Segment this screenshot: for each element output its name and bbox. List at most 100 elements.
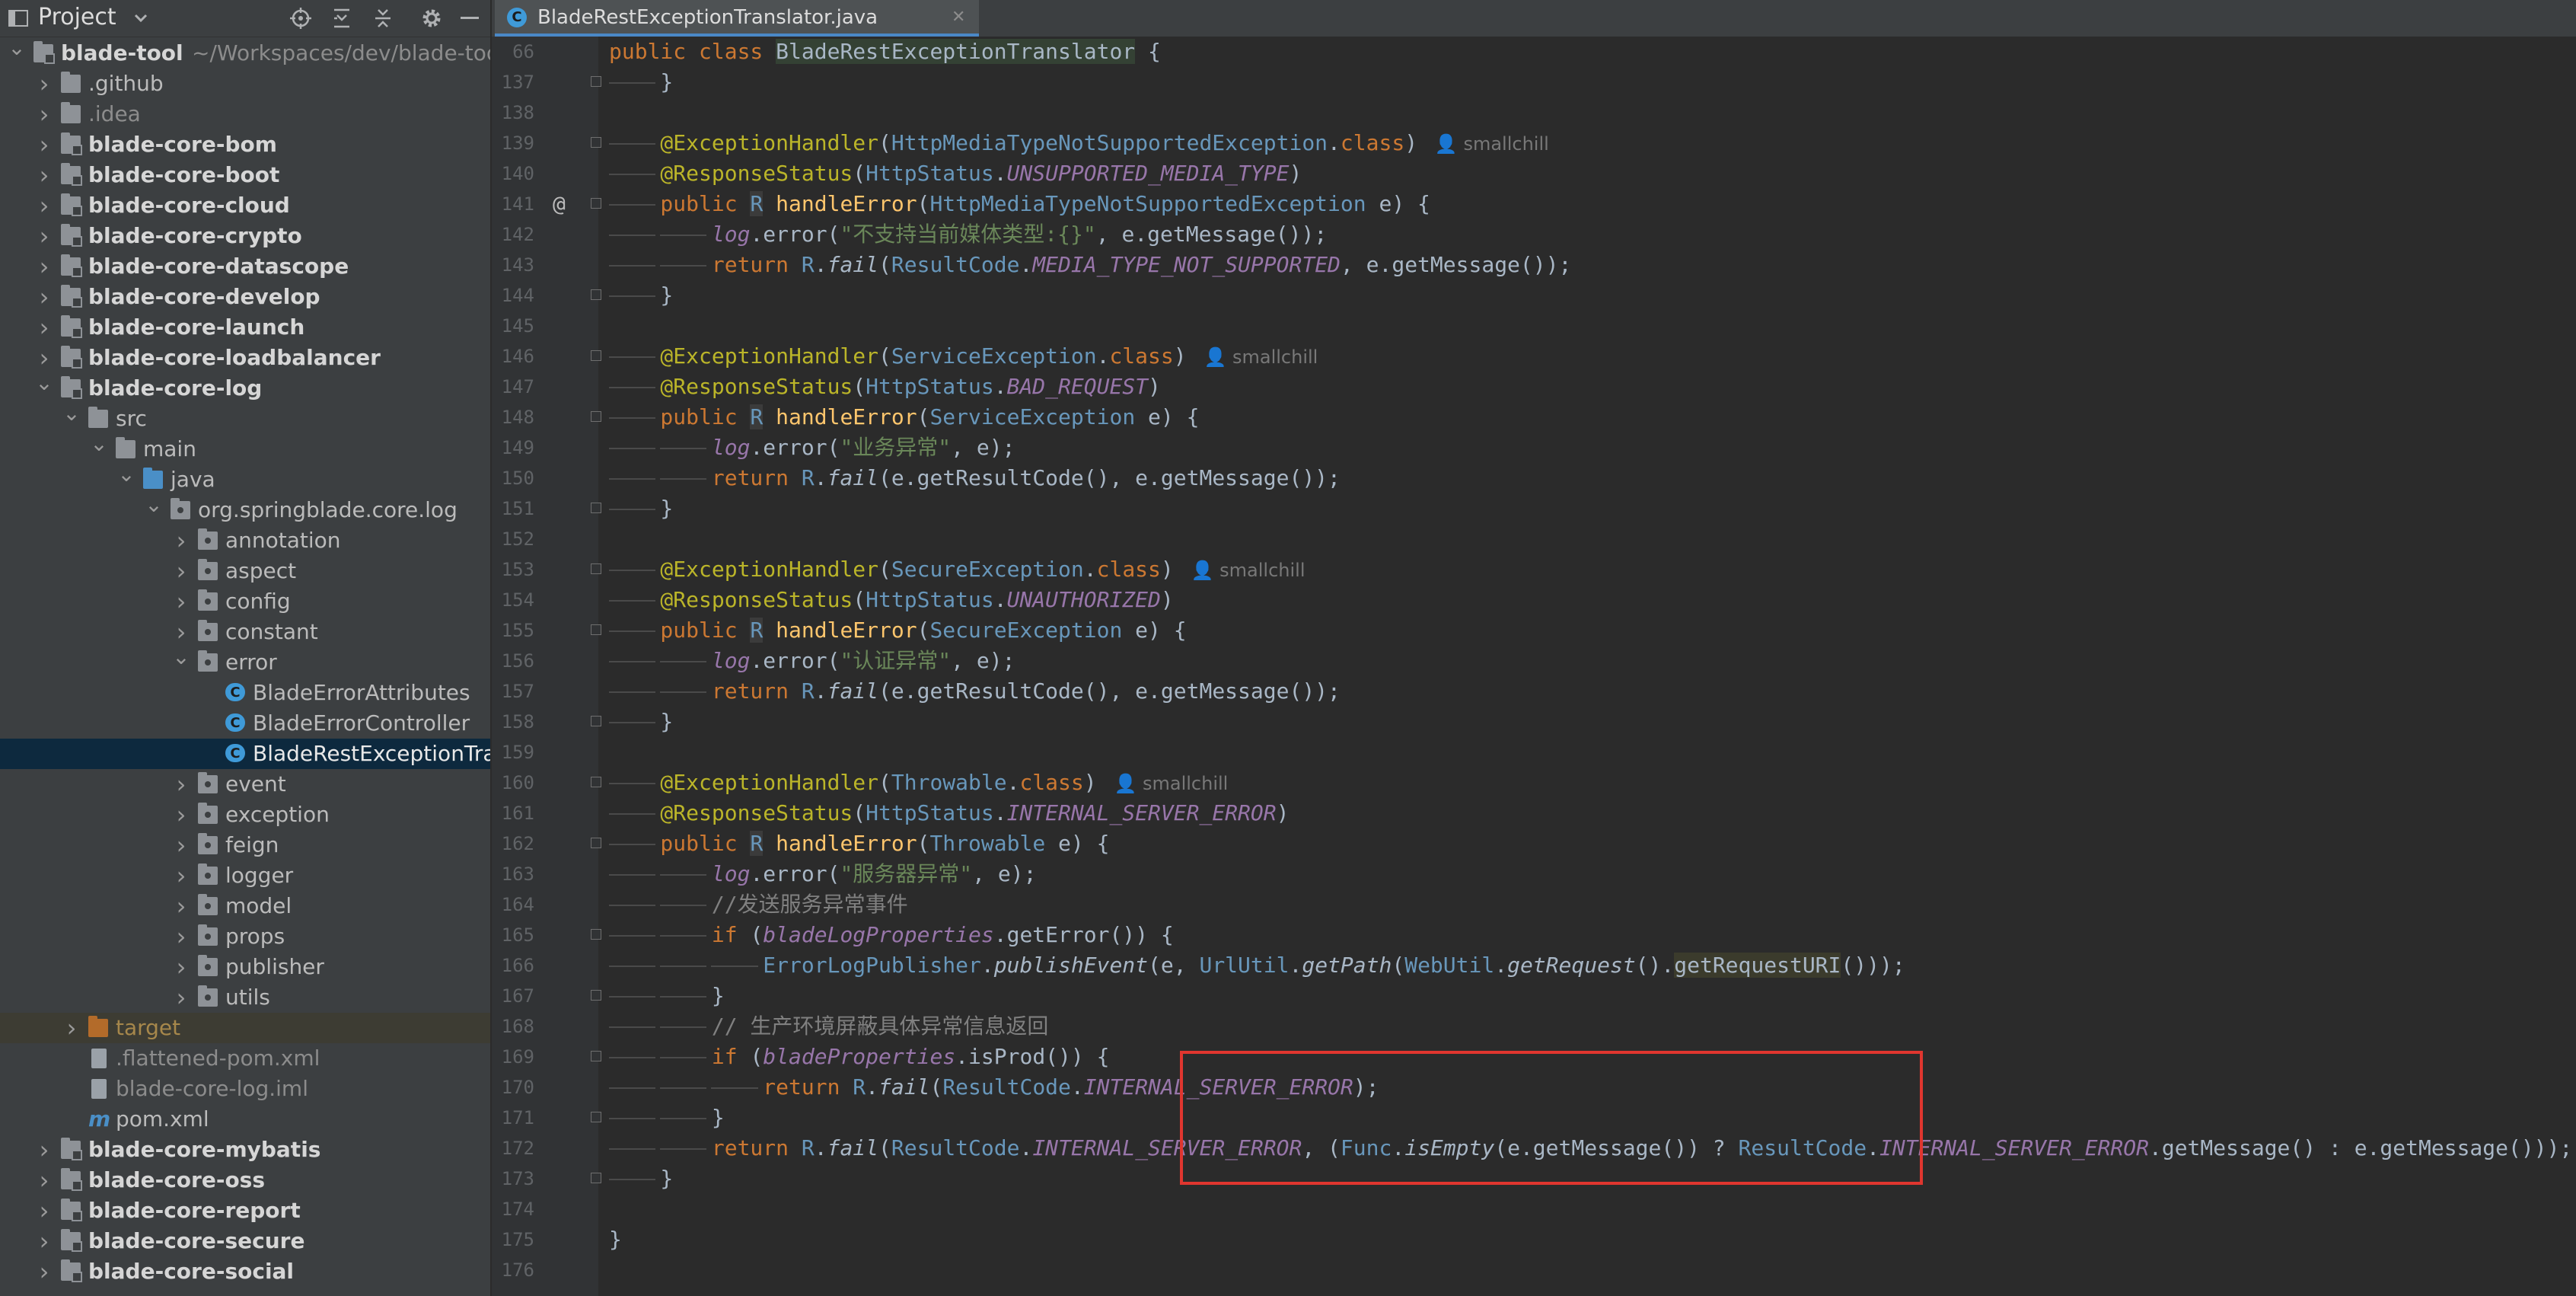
chevron-right-icon[interactable]: › xyxy=(172,891,190,921)
tree-item[interactable]: › .github xyxy=(0,69,490,99)
chevron-down-icon[interactable]: ⌄ xyxy=(172,647,190,678)
tree-item[interactable]: › blade-core-datascope xyxy=(0,251,490,282)
code-line[interactable]: @ExceptionHandler(Throwable.class) 👤 sma… xyxy=(609,768,1228,798)
tree-item[interactable]: C BladeRestExceptionTrar xyxy=(0,739,490,769)
code-line[interactable]: } xyxy=(609,1224,622,1255)
fold-marker-icon[interactable] xyxy=(591,289,603,302)
code-line[interactable]: } xyxy=(609,493,673,524)
tree-item[interactable]: › logger xyxy=(0,860,490,891)
tree-item[interactable]: › blade-core-oss xyxy=(0,1165,490,1195)
chevron-right-icon[interactable]: › xyxy=(172,830,190,860)
code-line[interactable]: log.error("业务异常", e); xyxy=(609,433,1015,463)
code-editor[interactable]: 66 137 138 139 140 141 @142 143 144 145 146 147 148 1… xyxy=(492,37,2576,1296)
chevron-right-icon[interactable]: › xyxy=(35,282,53,312)
fold-marker-icon[interactable] xyxy=(591,137,603,149)
chevron-right-icon[interactable]: › xyxy=(172,921,190,952)
fold-marker-icon[interactable] xyxy=(591,76,603,88)
code-line[interactable]: if (bladeProperties.isProd()) { xyxy=(609,1042,1109,1072)
tree-item[interactable]: ⌄ org.springblade.core.log xyxy=(0,495,490,525)
chevron-right-icon[interactable]: › xyxy=(172,952,190,982)
chevron-down-icon[interactable]: ⌄ xyxy=(62,404,81,434)
code-line[interactable]: // 生产环境屏蔽具体异常信息返回 xyxy=(609,1011,1048,1042)
fold-marker-icon[interactable] xyxy=(591,503,603,515)
chevron-right-icon[interactable]: › xyxy=(35,1135,53,1165)
tree-item[interactable]: .flattened-pom.xml xyxy=(0,1043,490,1074)
tree-item[interactable]: ⌄ blade-tool ~/Workspaces/dev/blade-too xyxy=(0,38,490,69)
gear-icon[interactable] xyxy=(419,6,445,30)
chevron-right-icon[interactable]: › xyxy=(172,556,190,586)
tree-item[interactable]: ⌄ blade-core-log xyxy=(0,373,490,404)
fold-marker-icon[interactable] xyxy=(591,1173,603,1185)
tree-item[interactable]: › blade-core-boot xyxy=(0,160,490,190)
code-line[interactable]: @ResponseStatus(HttpStatus.UNSUPPORTED_M… xyxy=(609,158,1302,189)
code-line[interactable]: public R handleError(Throwable e) { xyxy=(609,828,1109,859)
chevron-right-icon[interactable]: › xyxy=(35,1256,53,1287)
code-line[interactable]: return R.fail(e.getResultCode(), e.getMe… xyxy=(609,463,1341,493)
code-line[interactable]: log.error("认证异常", e); xyxy=(609,646,1015,676)
tree-item[interactable]: › blade-core-cloud xyxy=(0,190,490,221)
tree-item[interactable]: › props xyxy=(0,921,490,952)
tree-item[interactable]: › blade-core-launch xyxy=(0,312,490,343)
code-line[interactable]: //发送服务异常事件 xyxy=(609,889,908,920)
chevron-right-icon[interactable]: › xyxy=(35,343,53,373)
code-line[interactable]: } xyxy=(609,67,673,97)
code-line[interactable]: } xyxy=(609,280,673,311)
chevron-right-icon[interactable]: › xyxy=(172,586,190,617)
fold-marker-icon[interactable] xyxy=(591,777,603,789)
override-gutter-icon[interactable]: @ xyxy=(553,189,566,219)
chevron-right-icon[interactable]: › xyxy=(35,1165,53,1195)
code-line[interactable]: public R handleError(ServiceException e)… xyxy=(609,402,1199,433)
code-line[interactable]: log.error("不支持当前媒体类型:{}", e.getMessage()… xyxy=(609,219,1327,250)
code-line[interactable]: public R handleError(HttpMediaTypeNotSup… xyxy=(609,189,1430,219)
chevron-right-icon[interactable]: › xyxy=(35,221,53,251)
chevron-right-icon[interactable]: › xyxy=(35,1195,53,1226)
code-line[interactable]: } xyxy=(609,981,725,1011)
code-line[interactable]: ErrorLogPublisher.publishEvent(e, UrlUti… xyxy=(609,950,1905,981)
code-line[interactable]: if (bladeLogProperties.getError()) { xyxy=(609,920,1174,950)
chevron-right-icon[interactable]: › xyxy=(172,769,190,800)
chevron-right-icon[interactable]: › xyxy=(35,251,53,282)
fold-marker-icon[interactable] xyxy=(591,624,603,637)
code-line[interactable]: } xyxy=(609,707,673,737)
fold-marker-icon[interactable] xyxy=(591,716,603,728)
chevron-down-icon[interactable]: ⌄ xyxy=(145,495,163,525)
locate-target-icon[interactable] xyxy=(288,6,314,30)
tree-item[interactable]: › event xyxy=(0,769,490,800)
fold-marker-icon[interactable] xyxy=(591,1112,603,1124)
fold-marker-icon[interactable] xyxy=(591,350,603,362)
chevron-right-icon[interactable]: › xyxy=(35,190,53,221)
tree-item[interactable]: › publisher xyxy=(0,952,490,982)
chevron-down-icon[interactable]: ⌄ xyxy=(8,38,26,69)
tree-item[interactable]: › blade-core-develop xyxy=(0,282,490,312)
chevron-right-icon[interactable]: › xyxy=(35,69,53,99)
tree-item[interactable]: C BladeErrorController xyxy=(0,708,490,739)
tree-item[interactable]: › blade-core-crypto xyxy=(0,221,490,251)
chevron-right-icon[interactable]: › xyxy=(172,860,190,891)
tab-blade-rest-exception-translator[interactable]: C BladeRestExceptionTranslator.java ✕ xyxy=(495,0,979,37)
tree-item[interactable]: › blade-core-report xyxy=(0,1195,490,1226)
project-view-title[interactable]: Project xyxy=(38,0,116,35)
tree-item[interactable]: › blade-core-loadbalancer xyxy=(0,343,490,373)
tree-item[interactable]: blade-core-log.iml xyxy=(0,1074,490,1104)
code-line[interactable]: @ResponseStatus(HttpStatus.UNAUTHORIZED) xyxy=(609,585,1174,615)
chevron-right-icon[interactable]: › xyxy=(172,525,190,556)
chevron-right-icon[interactable]: › xyxy=(35,99,53,129)
code-line[interactable]: @ResponseStatus(HttpStatus.INTERNAL_SERV… xyxy=(609,798,1289,828)
chevron-down-icon[interactable]: ⌄ xyxy=(90,434,108,464)
tree-item[interactable]: › blade-core-secure xyxy=(0,1226,490,1256)
tree-item[interactable]: › blade-core-bom xyxy=(0,129,490,160)
tree-item[interactable]: › feign xyxy=(0,830,490,860)
tree-item[interactable]: ⌄ error xyxy=(0,647,490,678)
fold-marker-icon[interactable] xyxy=(591,198,603,210)
tree-item[interactable]: › utils xyxy=(0,982,490,1013)
chevron-right-icon[interactable]: › xyxy=(35,129,53,160)
chevron-right-icon[interactable]: › xyxy=(35,1226,53,1256)
tree-item[interactable]: › aspect xyxy=(0,556,490,586)
tree-item[interactable]: › blade-core-social xyxy=(0,1256,490,1287)
tree-item[interactable]: › .idea xyxy=(0,99,490,129)
code-line[interactable]: @ExceptionHandler(SecureException.class)… xyxy=(609,554,1306,585)
fold-marker-icon[interactable] xyxy=(591,563,603,576)
fold-marker-icon[interactable] xyxy=(591,990,603,1002)
chevron-right-icon[interactable]: › xyxy=(172,800,190,830)
code-line[interactable]: } xyxy=(609,1164,673,1194)
